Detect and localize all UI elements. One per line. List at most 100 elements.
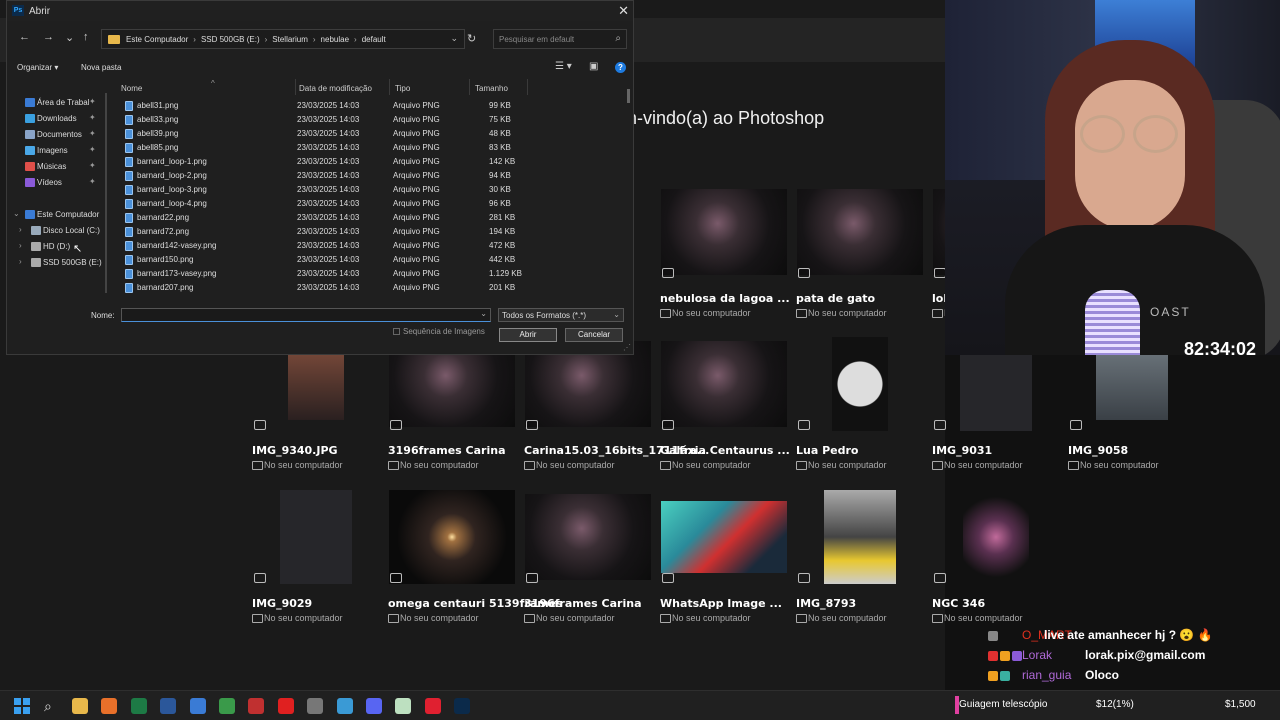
file-explorer-icon[interactable]: [72, 698, 88, 714]
recent-file-card[interactable]: nebulosa da lagoa ... No seu computador: [660, 184, 790, 334]
chevron-down-icon[interactable]: ⌄: [480, 309, 487, 318]
details-view-icon[interactable]: ☰ ▾: [555, 61, 572, 72]
app-icon-cyan[interactable]: [336, 698, 353, 714]
back-icon[interactable]: ←: [19, 31, 30, 43]
preview-pane-icon[interactable]: ▣: [589, 61, 598, 72]
address-bar[interactable]: Este Computador › SSD 500GB (E:) › Stellariu…: [101, 29, 465, 49]
app-icon-red[interactable]: [248, 698, 265, 714]
file-list-scrollbar[interactable]: [627, 89, 630, 103]
quick-access-item[interactable]: Imagens ✦: [7, 144, 105, 158]
firefox-icon[interactable]: [101, 698, 118, 714]
quick-access-item[interactable]: Músicas ✦: [7, 160, 105, 174]
checkbox[interactable]: [393, 328, 400, 335]
file-name-input[interactable]: ⌄: [121, 308, 491, 322]
notes-icon[interactable]: [395, 698, 412, 714]
file-date: 23/03/2025 14:03: [297, 143, 360, 152]
quick-access-item[interactable]: Downloads ✦: [7, 112, 105, 126]
discord-icon[interactable]: [366, 698, 382, 714]
navigation-scrollbar[interactable]: [105, 93, 107, 293]
help-icon[interactable]: ?: [615, 62, 626, 73]
file-row[interactable]: abell33.png 23/03/2025 14:03 Arquivo PNG 75…: [117, 113, 537, 127]
search-icon[interactable]: ⌕: [44, 698, 60, 714]
recent-file-card[interactable]: IMG_9031 No seu computador: [932, 336, 1060, 486]
recent-file-card[interactable]: omega centauri 5139frames No seu computad…: [388, 489, 563, 639]
chat-username[interactable]: rian_guia: [1022, 668, 1071, 682]
recent-file-card[interactable]: Lua Pedro No seu computador: [796, 336, 924, 486]
recent-file-card[interactable]: IMG_8793 No seu computador: [796, 489, 924, 639]
windows-start-icon[interactable]: [14, 698, 30, 714]
resize-grip-icon[interactable]: ⋰: [623, 343, 631, 352]
word-icon[interactable]: [160, 698, 177, 714]
goal-target: $1,500: [1225, 699, 1256, 710]
recent-file-card[interactable]: IMG_9340.JPG No seu computador: [252, 336, 380, 486]
tree-item[interactable]: › SSD 500GB (E:): [7, 256, 105, 270]
file-row[interactable]: barnard173-vasey.png 23/03/2025 14:03 Arqu…: [117, 267, 537, 281]
file-row[interactable]: barnard150.png 23/03/2025 14:03 Arquivo PN…: [117, 253, 537, 267]
quick-access-item[interactable]: Vídeos ✦: [7, 176, 105, 190]
recent-file-card[interactable]: Carina15.03_16bits_1711fra... No seu comp…: [524, 336, 709, 486]
chevron-icon[interactable]: ⌄: [13, 209, 20, 218]
recent-locations-icon[interactable]: ⌄: [65, 31, 74, 44]
file-row[interactable]: barnard207.png 23/03/2025 14:03 Arquivo PN…: [117, 281, 537, 295]
recent-file-card[interactable]: WhatsApp Image ... No seu computador: [660, 489, 788, 639]
file-row[interactable]: abell85.png 23/03/2025 14:03 Arquivo PNG 83…: [117, 141, 537, 155]
refresh-icon[interactable]: ↻: [467, 32, 476, 45]
breadcrumb[interactable]: Este Computador › SSD 500GB (E:) › Stellariu…: [126, 35, 386, 44]
up-folder-icon[interactable]: ↑: [83, 31, 89, 43]
cancel-button[interactable]: Cancelar: [565, 328, 623, 342]
tree-item[interactable]: › HD (D:): [7, 240, 105, 254]
file-row[interactable]: barnard_loop-3.png 23/03/2025 14:03 Arquiv…: [117, 183, 537, 197]
tree-item[interactable]: › Disco Local (C:): [7, 224, 105, 238]
file-row[interactable]: barnard_loop-1.png 23/03/2025 14:03 Arquiv…: [117, 155, 537, 169]
close-icon[interactable]: ✕: [618, 3, 629, 19]
file-row[interactable]: barnard72.png 23/03/2025 14:03 Arquivo PNG…: [117, 225, 537, 239]
breadcrumb-item[interactable]: nebulae: [321, 35, 349, 44]
chat-username[interactable]: Lorak: [1022, 648, 1052, 662]
file-size: 75 KB: [489, 115, 511, 124]
forward-icon[interactable]: →: [43, 31, 54, 43]
recent-file-card[interactable]: 3196frames Carina No seu computador: [388, 336, 516, 486]
new-folder-button[interactable]: Nova pasta: [81, 63, 121, 72]
file-row[interactable]: abell31.png 23/03/2025 14:03 Arquivo PNG 99…: [117, 99, 537, 113]
chevron-icon[interactable]: ›: [19, 241, 22, 250]
column-name[interactable]: Nome: [121, 84, 142, 93]
quick-access-item[interactable]: Área de Trabal ✦: [7, 96, 105, 110]
recent-file-card[interactable]: 3196frames Carina No seu computador: [524, 489, 652, 639]
file-row[interactable]: barnard22.png 23/03/2025 14:03 Arquivo PNG…: [117, 211, 537, 225]
quick-access-item[interactable]: Documentos ✦: [7, 128, 105, 142]
file-type: Arquivo PNG: [393, 227, 440, 236]
file-type-select[interactable]: Todos os Formatos (*.*) ⌄: [498, 308, 624, 322]
chevron-icon[interactable]: ›: [19, 225, 22, 234]
photoshop-icon[interactable]: [454, 698, 471, 714]
breadcrumb-item[interactable]: Este Computador: [126, 35, 188, 44]
chevron-down-icon[interactable]: ⌄: [450, 33, 458, 44]
breadcrumb-item[interactable]: Stellarium: [272, 35, 308, 44]
tree-item[interactable]: ⌄ Este Computador: [7, 208, 105, 222]
app-icon-circle[interactable]: [307, 698, 324, 714]
organize-button[interactable]: Organizar ▾: [17, 63, 58, 72]
opera-icon[interactable]: [424, 698, 441, 714]
column-type[interactable]: Tipo: [395, 84, 410, 93]
recent-file-card[interactable]: NGC 346 No seu computador: [932, 489, 1060, 639]
file-row[interactable]: barnard_loop-2.png 23/03/2025 14:03 Arquiv…: [117, 169, 537, 183]
recent-file-card[interactable]: IMG_9029 No seu computador: [252, 489, 380, 639]
file-row[interactable]: barnard_loop-4.png 23/03/2025 14:03 Arquiv…: [117, 197, 537, 211]
file-thumbnail: [660, 184, 788, 280]
file-row[interactable]: abell39.png 23/03/2025 14:03 Arquivo PNG 48…: [117, 127, 537, 141]
column-size[interactable]: Tamanho: [475, 84, 508, 93]
app-icon-blue[interactable]: [189, 698, 206, 714]
column-date[interactable]: Data de modificação: [299, 84, 372, 93]
recent-file-card[interactable]: pata de gato No seu computador: [796, 184, 924, 334]
chevron-icon[interactable]: ›: [19, 257, 22, 266]
breadcrumb-item[interactable]: default: [362, 35, 386, 44]
excel-icon[interactable]: [130, 698, 147, 714]
chrome-icon[interactable]: [219, 698, 235, 714]
breadcrumb-item[interactable]: SSD 500GB (E:): [201, 35, 260, 44]
recent-file-card[interactable]: Galáxia Centaurus ... No seu computador: [660, 336, 790, 486]
recent-file-card[interactable]: IMG_9058 No seu computador: [1068, 336, 1196, 486]
search-input[interactable]: Pesquisar em default ⌕: [493, 29, 627, 49]
file-row[interactable]: barnard142-vasey.png 23/03/2025 14:03 Arqu…: [117, 239, 537, 253]
quick-access-label: Downloads: [37, 114, 77, 123]
youtube-icon[interactable]: [277, 698, 294, 714]
open-button[interactable]: Abrir: [499, 328, 557, 342]
